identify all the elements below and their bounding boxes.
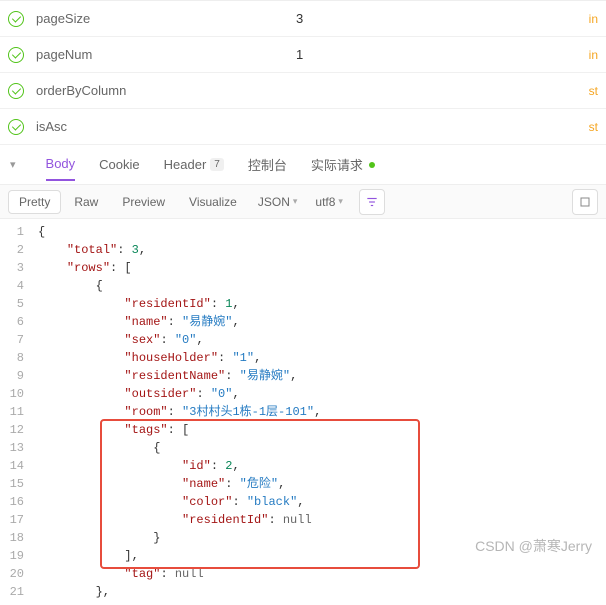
chevron-down-icon: ▾ [293, 196, 298, 207]
param-value: 3 [296, 11, 589, 26]
pretty-button[interactable]: Pretty [8, 190, 61, 214]
param-type: in [589, 12, 598, 26]
param-row[interactable]: pageNum1in [0, 37, 606, 73]
watermark: CSDN @萧寒Jerry [475, 536, 592, 556]
tab-header[interactable]: Header 7 [164, 149, 224, 180]
param-type: in [589, 48, 598, 62]
response-tabs: ▾ Body Cookie Header 7 控制台 实际请求 [0, 145, 606, 185]
header-count-badge: 7 [210, 158, 224, 171]
chevron-down-icon[interactable]: ▾ [10, 158, 16, 171]
tab-actual-request[interactable]: 实际请求 [311, 147, 375, 182]
encoding-label: utf8 [315, 195, 335, 209]
param-value: 1 [296, 47, 589, 62]
filter-icon[interactable] [359, 189, 385, 215]
param-name: pageNum [36, 47, 296, 62]
params-table: pageSize3inpageNum1inorderByColumnstisAs… [0, 0, 606, 145]
preview-button[interactable]: Preview [111, 190, 176, 214]
visualize-button[interactable]: Visualize [178, 190, 248, 214]
code-content: { "total": 3, "rows": [ { "residentId": … [32, 219, 321, 605]
status-dot-icon [369, 162, 375, 168]
param-name: pageSize [36, 11, 296, 26]
tab-actual-label: 实际请求 [311, 155, 363, 174]
body-toolbar: Pretty Raw Preview Visualize JSON ▾ utf8… [0, 185, 606, 219]
chevron-down-icon: ▾ [338, 196, 343, 207]
check-icon [8, 83, 24, 99]
param-row[interactable]: isAsc st [0, 109, 606, 145]
param-row[interactable]: orderByColumn st [0, 73, 606, 109]
format-dropdown[interactable]: JSON ▾ [250, 191, 306, 213]
line-gutter: 123456789101112131415161718192021 [0, 219, 32, 605]
tab-body[interactable]: Body [46, 148, 76, 181]
raw-button[interactable]: Raw [63, 190, 109, 214]
param-row[interactable]: pageSize3in [0, 1, 606, 37]
tab-console[interactable]: 控制台 [248, 147, 287, 182]
encoding-dropdown[interactable]: utf8 ▾ [307, 191, 351, 213]
param-name: isAsc [36, 119, 296, 134]
param-type: st [589, 84, 598, 98]
tab-cookie[interactable]: Cookie [99, 149, 139, 180]
check-icon [8, 119, 24, 135]
format-label: JSON [258, 195, 290, 209]
check-icon [8, 47, 24, 63]
check-icon [8, 11, 24, 27]
param-type: st [589, 120, 598, 134]
tab-header-label: Header [164, 157, 207, 172]
expand-icon[interactable] [572, 189, 598, 215]
param-name: orderByColumn [36, 83, 296, 98]
